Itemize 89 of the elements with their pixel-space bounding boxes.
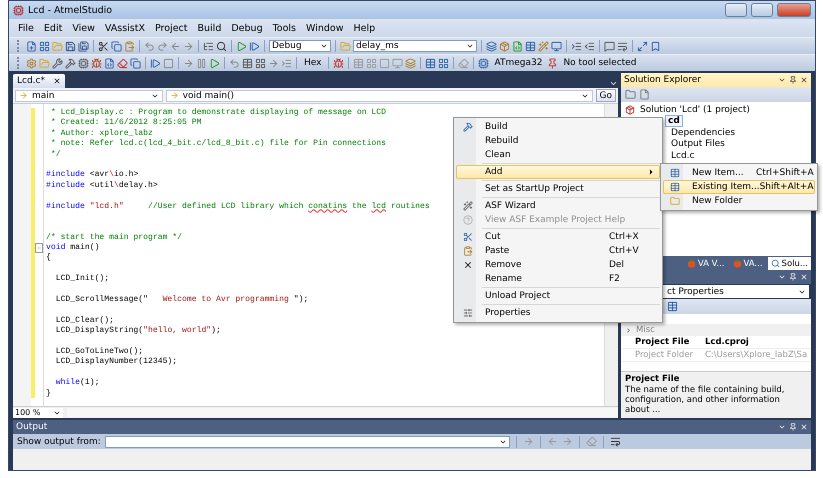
device-label[interactable]: ATmega32: [491, 58, 546, 68]
code-text: * Author: xplore_labz: [50, 128, 153, 139]
menu-item[interactable]: ASF Wizard: [456, 199, 660, 213]
menu-item[interactable]: Debug: [226, 22, 268, 34]
property-name: Project File: [635, 336, 690, 348]
code-text: LCD_GoToLineTwo();: [54, 346, 144, 357]
code-text: );: [211, 326, 221, 337]
code-text: "hello, world": [143, 326, 212, 337]
scope-dropdown[interactable]: main: [15, 90, 163, 102]
menu-item[interactable]: Remove Del: [456, 258, 660, 272]
code-text: the: [351, 202, 368, 212]
code-text: #include: [46, 202, 85, 212]
output-title: Output: [16, 422, 48, 432]
menu-item[interactable]: Set as StartUp Project: [456, 182, 660, 196]
code-text: LCD_DisplayNumber(12345);: [54, 357, 178, 368]
menu-item[interactable]: Edit: [38, 22, 68, 34]
code-text: io.h>: [114, 170, 138, 181]
hex-toggle[interactable]: Hex: [301, 58, 324, 68]
code-text: Welcome to Avr programming: [162, 295, 290, 306]
function-search-dropdown[interactable]: delay_ms: [353, 40, 477, 52]
menu-item[interactable]: Rebuild: [456, 134, 660, 148]
code-text: }: [46, 388, 51, 399]
menu-item[interactable]: Help: [348, 22, 380, 34]
panel-tab[interactable]: Solu...: [768, 257, 811, 270]
menu-item[interactable]: Clean: [456, 148, 660, 162]
tree-item[interactable]: Solution 'Lcd' (1 project): [638, 104, 752, 115]
code-text: main(): [69, 243, 100, 254]
menu-item[interactable]: Build: [192, 22, 226, 34]
code-text: //User defined LCD library which: [147, 202, 304, 212]
code-text: while: [54, 378, 80, 389]
menu-item[interactable]: File: [13, 22, 39, 34]
property-name: Project Folder: [635, 349, 694, 361]
code-text: /* start the main program */: [46, 232, 182, 243]
menu-item[interactable]: Existing Item...Shift+Alt+A: [663, 180, 815, 194]
panel-tab[interactable]: VA V...: [684, 257, 728, 270]
show-output-label: Show output from:: [17, 436, 101, 446]
menu-item[interactable]: Paste Ctrl+V: [456, 244, 660, 258]
panel-tab[interactable]: VA...: [730, 257, 766, 270]
tree-item[interactable]: Output Files: [669, 139, 727, 150]
menu-item[interactable]: Rename F2: [456, 272, 660, 286]
code-text: lcd: [371, 202, 386, 212]
code-text: \: [114, 180, 119, 192]
code-text: LCD_Init();: [54, 274, 110, 285]
menu-item[interactable]: New Item... Ctrl+Shift+A: [663, 166, 815, 180]
menu-item[interactable]: Cut Ctrl+X: [456, 230, 660, 244]
configuration-dropdown[interactable]: Debug: [269, 40, 331, 52]
code-text: "lcd.h": [88, 202, 124, 212]
member-dropdown[interactable]: void main(): [166, 90, 593, 102]
code-text: void: [46, 243, 66, 253]
tree-item[interactable]: Lcd.c: [669, 150, 696, 161]
panel-title: Solution Explorer: [624, 75, 701, 85]
menu-item[interactable]: Add: [456, 165, 660, 179]
category-label: Misc: [636, 325, 655, 335]
menu-item[interactable]: Tools: [268, 22, 302, 34]
code-text: */: [50, 150, 61, 160]
menu-item[interactable]: New Folder: [663, 194, 815, 208]
tree-item[interactable]: Dependencies: [669, 128, 738, 138]
code-text: <util: [88, 180, 114, 192]
description-title: Project File: [625, 374, 680, 384]
code-text: * note: Refer lcd.c(lcd_4_bit.c/lcd_8_bit.c) file for Pin connections: [50, 139, 386, 150]
code-text: \: [109, 170, 114, 181]
code-text: <avr: [88, 170, 110, 181]
go-button[interactable]: Go: [596, 89, 616, 102]
code-text: (1);: [80, 378, 100, 389]
menu-item[interactable]: Window: [301, 22, 348, 34]
property-value[interactable]: Lcd.cproj: [705, 336, 811, 348]
code-text: #include: [46, 170, 85, 181]
window-title: Lcd - AtmelStudio: [28, 4, 114, 16]
code-text: LCD_DisplayString(: [54, 326, 144, 337]
tree-item[interactable]: cd: [665, 115, 683, 128]
code-text: LCD_Clear();: [54, 316, 114, 326]
code-text: #include: [46, 180, 85, 192]
tool-label[interactable]: No tool selected: [560, 58, 640, 68]
code-text: LCD_ScrollMessage(": [54, 295, 148, 306]
menu-item[interactable]: View: [67, 22, 100, 34]
code-text: delay.h>: [118, 180, 158, 192]
code-text: * Lcd_Display.c : Program to demonstrate displaying of message on LCD: [50, 108, 386, 118]
menu-item[interactable]: Build: [456, 120, 660, 134]
code-text: conatins: [308, 202, 348, 212]
code-text: * Created: 11/6/2012 8:25:05 PM: [50, 118, 202, 129]
menu-item[interactable]: Properties: [456, 306, 660, 320]
document-tab[interactable]: Lcd.c*: [13, 74, 65, 88]
code-text: {: [46, 253, 51, 264]
zoom-dropdown[interactable]: 100 %: [13, 408, 63, 418]
menu-item[interactable]: Project: [150, 22, 192, 34]
code-text: ");: [294, 295, 308, 306]
code-text: routines: [390, 202, 430, 212]
menu-item[interactable]: VAssistX: [100, 22, 150, 34]
description-text: The name of the file containing build, configuration, and other information about ...: [625, 385, 786, 415]
